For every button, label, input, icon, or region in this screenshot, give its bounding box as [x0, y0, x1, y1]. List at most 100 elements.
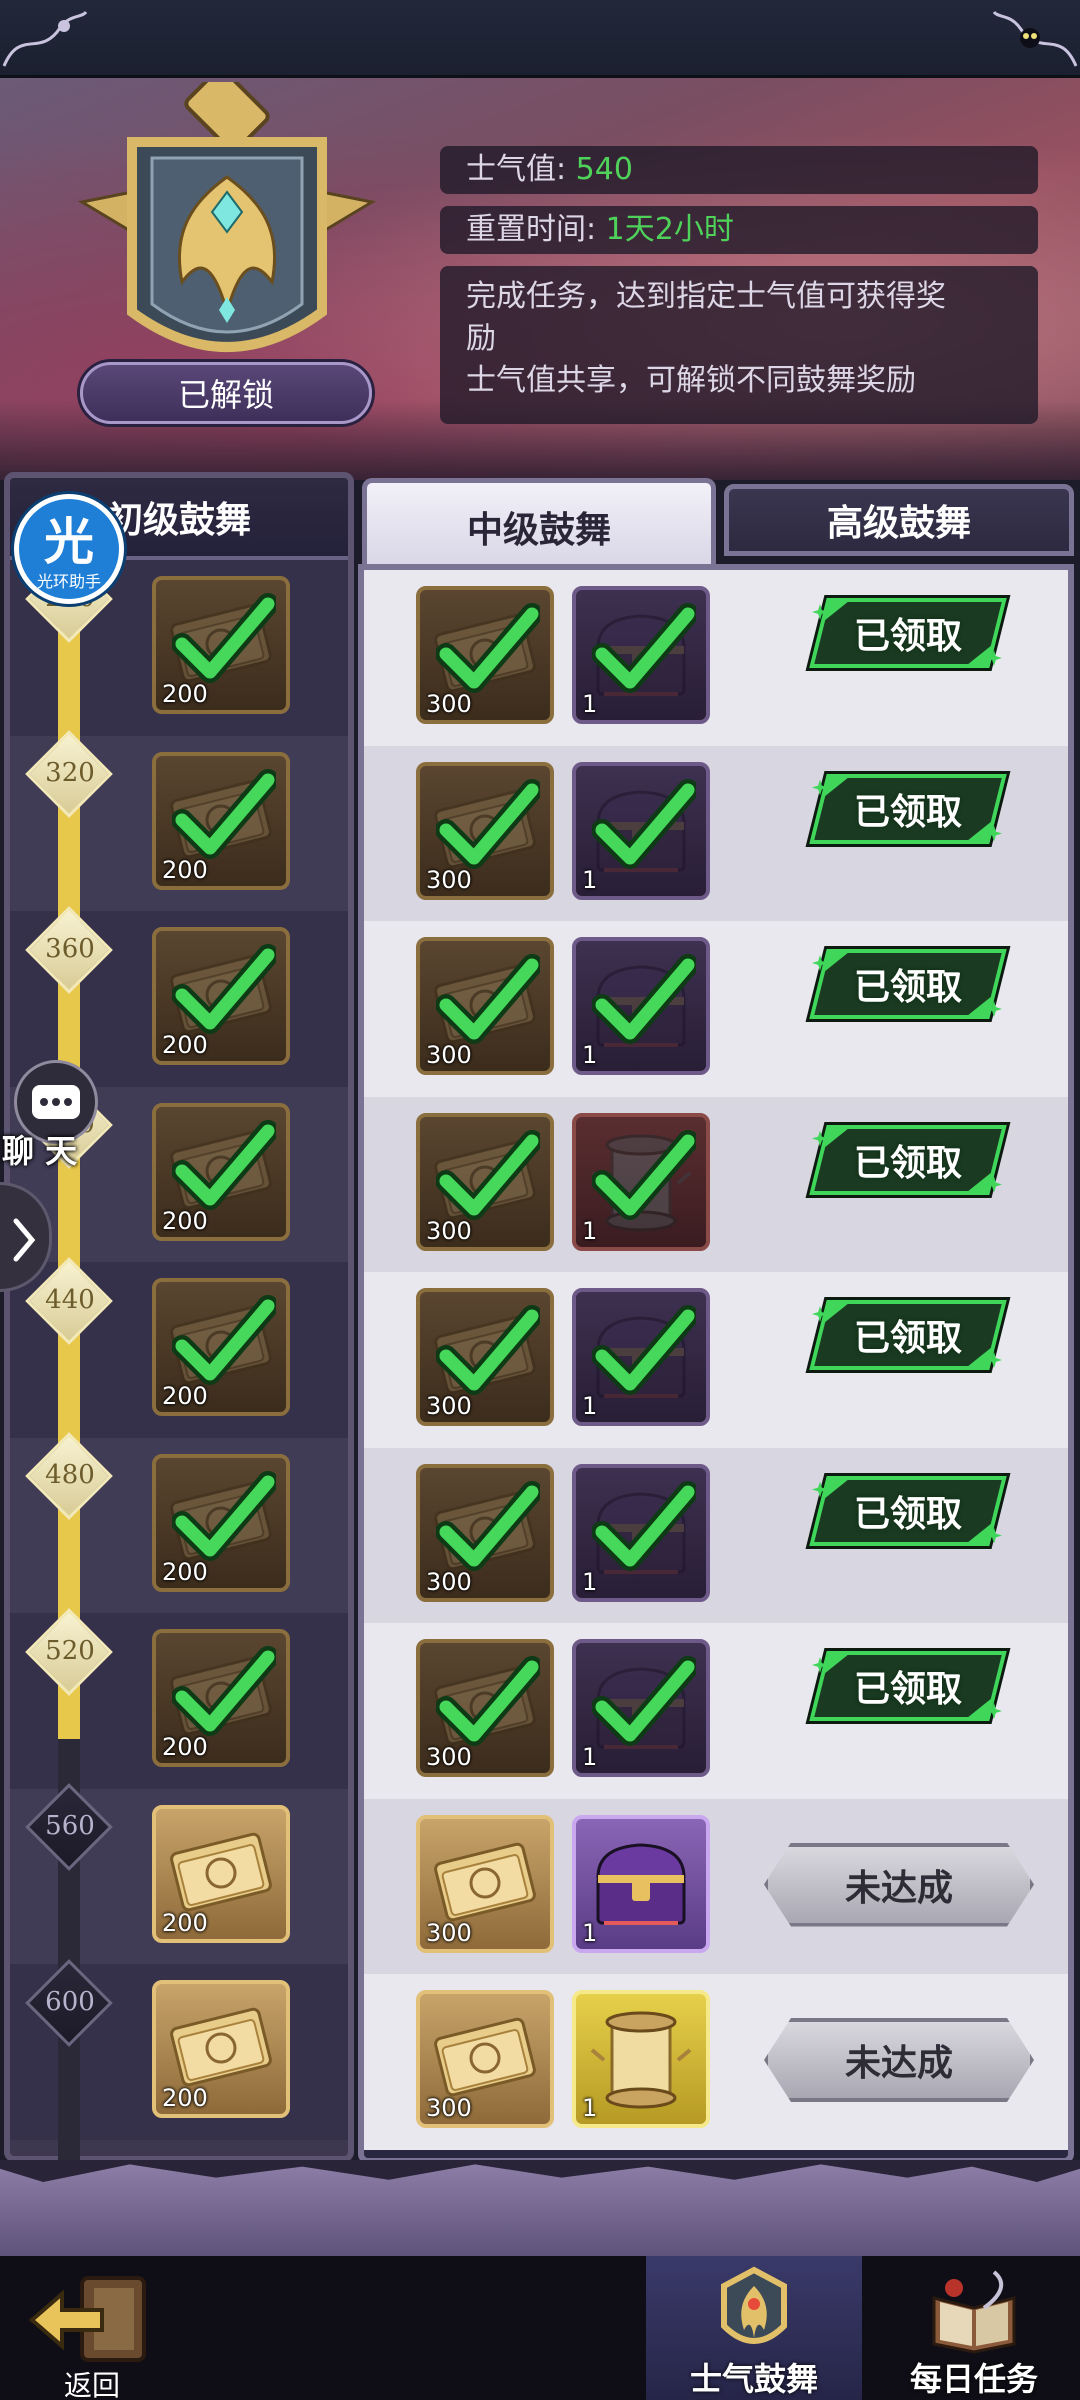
reward-quantity: 300 — [426, 1743, 472, 1771]
reward-quantity: 200 — [162, 2084, 208, 2112]
paid-reward-ticket[interactable]: 300 — [416, 937, 554, 1075]
claimed-status-badge: 已领取 — [809, 594, 1007, 674]
paid-reward-ticket[interactable]: 300 — [416, 1112, 554, 1251]
paid-reward-scroll[interactable]: 1 — [572, 1990, 710, 2128]
reward-quantity: 200 — [162, 680, 208, 708]
paid-reward-ticket[interactable]: 300 — [416, 1463, 554, 1602]
book-quill-icon — [932, 2270, 1016, 2354]
reward-quantity: 200 — [162, 855, 208, 884]
reset-time-row: 重置时间: 1天2小时 — [440, 206, 1038, 254]
not-achieved-button[interactable]: 未达成 — [764, 1842, 1034, 1927]
paid-reward-ticket[interactable]: 300 — [416, 1639, 554, 1777]
morale-label: 士气值: — [466, 152, 567, 187]
paid-reward-chest[interactable]: 1 — [572, 586, 710, 724]
reward-quantity: 1 — [582, 865, 598, 894]
checkmark-icon — [172, 768, 276, 859]
claimed-status-badge: 已领取 — [809, 1121, 1007, 1201]
paid-reward-ticket[interactable]: 300 — [416, 1990, 554, 2128]
intermediate-reward-column: 300 1 已领取 300 1 已领取 300 1 已领取 300 1 已领取 … — [358, 564, 1074, 2164]
free-reward-ticket[interactable]: 200 — [152, 751, 290, 890]
paid-reward-chest[interactable]: 1 — [572, 1288, 710, 1426]
not-achieved-button[interactable]: 未达成 — [764, 2018, 1034, 2102]
checkmark-icon — [436, 1480, 540, 1571]
back-button[interactable]: 返回 — [22, 2268, 162, 2400]
paid-reward-chest[interactable]: 1 — [572, 1639, 710, 1777]
paid-reward-chest[interactable]: 1 — [572, 761, 710, 900]
reward-quantity: 1 — [582, 690, 598, 718]
reward-quantity: 1 — [582, 1216, 598, 1245]
claimed-label: 已领取 — [853, 791, 962, 833]
paid-reward-chest[interactable]: 1 — [572, 1814, 710, 1953]
checkmark-icon — [592, 1129, 696, 1220]
corner-ornament-icon — [2, 10, 88, 67]
checkmark-icon — [172, 1470, 276, 1561]
scroll-icon — [590, 2011, 692, 2109]
tab-intermediate[interactable]: 中级鼓舞 — [362, 478, 716, 570]
paid-reward-scroll[interactable]: 1 — [572, 1112, 710, 1251]
reward-quantity: 1 — [582, 1392, 598, 1420]
rules-line: 完成任务，达到指定士气值可获得奖 — [466, 279, 946, 314]
reward-quantity: 200 — [162, 1382, 208, 1410]
reward-quantity: 300 — [426, 1216, 472, 1245]
nav-daily-tasks[interactable]: 每日任务 — [866, 2256, 1080, 2400]
chat-label: 聊 天 — [2, 1132, 78, 1170]
claimed-label: 已领取 — [853, 616, 962, 657]
claimed-status-badge: 已领取 — [809, 945, 1007, 1025]
back-arrow-icon — [28, 2276, 146, 2362]
not-achieved-label: 未达成 — [764, 1842, 1034, 1927]
checkmark-icon — [172, 944, 276, 1034]
paid-reward-chest[interactable]: 1 — [572, 937, 710, 1075]
free-reward-ticket[interactable]: 200 — [152, 1804, 290, 1943]
rules-description: 完成任务，达到指定士气值可获得奖 励 士气值共享，可解锁不同鼓舞奖励 — [440, 266, 1038, 424]
milestone-threshold: 480 — [45, 1460, 95, 1491]
free-reward-ticket[interactable]: 200 — [152, 927, 290, 1065]
checkmark-icon — [592, 603, 696, 693]
treasure-chest-icon — [596, 1842, 686, 1925]
checkmark-icon — [436, 603, 540, 693]
intermediate-row: 300 1 已领取 — [364, 921, 1068, 1097]
milestone-threshold: 560 — [45, 1811, 95, 1842]
tab-advanced[interactable]: 高级鼓舞 — [724, 484, 1074, 556]
halo-helper-button[interactable]: 光 光环助手 — [10, 494, 124, 604]
top-decor-strip — [0, 0, 1080, 78]
checkmark-icon — [172, 1295, 276, 1385]
claimed-label: 已领取 — [853, 1493, 962, 1535]
chat-button[interactable]: 聊 天 — [2, 1060, 102, 1170]
reward-quantity: 200 — [162, 1031, 208, 1059]
reset-value: 1天2小时 — [605, 212, 734, 247]
nav-morale-inspire[interactable]: 士气鼓舞 — [646, 2256, 862, 2400]
free-reward-ticket[interactable]: 200 — [152, 1980, 290, 2118]
nav-morale-label: 士气鼓舞 — [689, 2360, 818, 2398]
paid-reward-ticket[interactable]: 300 — [416, 586, 554, 724]
reward-quantity: 300 — [426, 1918, 472, 1947]
free-reward-ticket[interactable]: 200 — [152, 1629, 290, 1767]
claimed-label: 已领取 — [853, 1669, 962, 1710]
free-reward-ticket[interactable]: 200 — [152, 1102, 290, 1241]
intermediate-row: 300 1 已领取 — [364, 1272, 1068, 1448]
intermediate-row: 300 1 已领取 — [364, 570, 1068, 746]
free-reward-ticket[interactable]: 200 — [152, 1278, 290, 1416]
checkmark-icon — [436, 778, 540, 869]
claimed-label: 已领取 — [853, 1142, 962, 1184]
checkmark-icon — [436, 1656, 540, 1746]
checkmark-icon — [592, 1305, 696, 1395]
expand-sidebar-button[interactable] — [0, 1182, 52, 1292]
paid-reward-ticket[interactable]: 300 — [416, 761, 554, 900]
unlock-status-badge: 已解锁 — [80, 362, 372, 424]
milestone-threshold: 320 — [45, 758, 95, 789]
helper-glyph: 光 — [44, 513, 94, 571]
paid-reward-ticket[interactable]: 300 — [416, 1814, 554, 1953]
paid-reward-ticket[interactable]: 300 — [416, 1288, 554, 1426]
paid-reward-chest[interactable]: 1 — [572, 1463, 710, 1602]
free-reward-ticket[interactable]: 200 — [152, 1453, 290, 1592]
rules-line: 士气值共享，可解锁不同鼓舞奖励 — [466, 363, 916, 398]
reward-quantity: 300 — [426, 865, 472, 894]
intermediate-row: 300 1 已领取 — [364, 1096, 1068, 1272]
free-reward-ticket[interactable]: 200 — [152, 576, 290, 714]
morale-value-row: 士气值: 540 — [440, 146, 1038, 194]
milestone-threshold: 520 — [45, 1635, 95, 1666]
reward-quantity: 300 — [426, 1567, 472, 1596]
checkmark-icon — [592, 1656, 696, 1746]
intermediate-rows: 300 1 已领取 300 1 已领取 300 1 已领取 300 1 已领取 … — [364, 570, 1068, 2150]
checkmark-icon — [436, 1305, 540, 1395]
